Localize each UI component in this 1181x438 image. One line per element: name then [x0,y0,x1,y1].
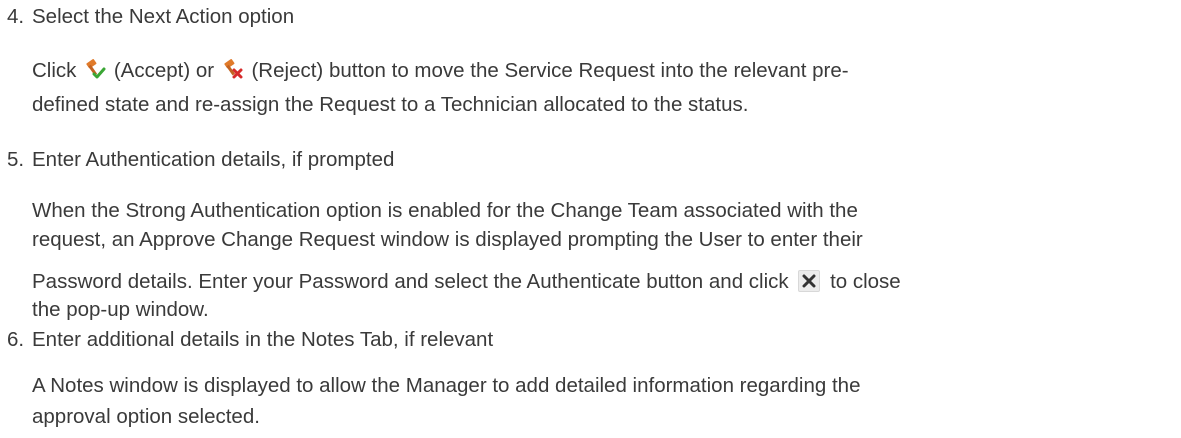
step-6-line-2: approval option selected. [32,405,260,428]
step-6-body: A Notes window is displayed to allow the… [32,370,1172,432]
step-5-number: 5. [7,148,25,171]
step-5-title: Enter Authentication details, if prompte… [32,148,395,171]
close-icon [798,270,821,292]
step-4-line-1: Click (Accept) or (Reject) button to mov… [32,54,1172,88]
step-5-line-4: the pop-up window. [32,298,209,321]
step-4-title: Select the Next Action option [32,5,295,28]
step-4-number: 4. [7,5,25,28]
step-5-line-1: When the Strong Authentication option is… [32,199,858,222]
step-4-body: Click (Accept) or (Reject) button to mov… [32,54,1172,122]
step-5-line-2: request, an Approve Change Request windo… [32,228,863,251]
step-5-line-3-tail: to close [830,270,901,293]
step-6-title: Enter additional details in the Notes Ta… [32,328,494,351]
step-5-heading: 5. Enter Authentication details, if promp… [7,148,394,172]
step-4-heading: 4. Select the Next Action option [7,5,294,29]
step-4-accept-label: (Accept) or [113,59,215,82]
step-6-heading: 6. Enter additional details in the Notes … [7,328,493,352]
step-5-body: When the Strong Authentication option is… [32,194,1172,322]
step-4-line-2: defined state and re-assign the Request … [32,93,749,116]
accept-gavel-icon [84,58,106,80]
reject-gavel-icon [222,58,244,80]
step-5-line-3-text: Password details. Enter your Password an… [32,270,789,293]
step-4-reject-label: (Reject) button to move the Service Requ… [251,59,849,82]
step-6-number: 6. [7,328,25,351]
step-4-click-text: Click [32,59,77,82]
step-5-line-3: Password details. Enter your Password an… [32,266,1172,298]
step-6-line-1: A Notes window is displayed to allow the… [32,374,861,397]
